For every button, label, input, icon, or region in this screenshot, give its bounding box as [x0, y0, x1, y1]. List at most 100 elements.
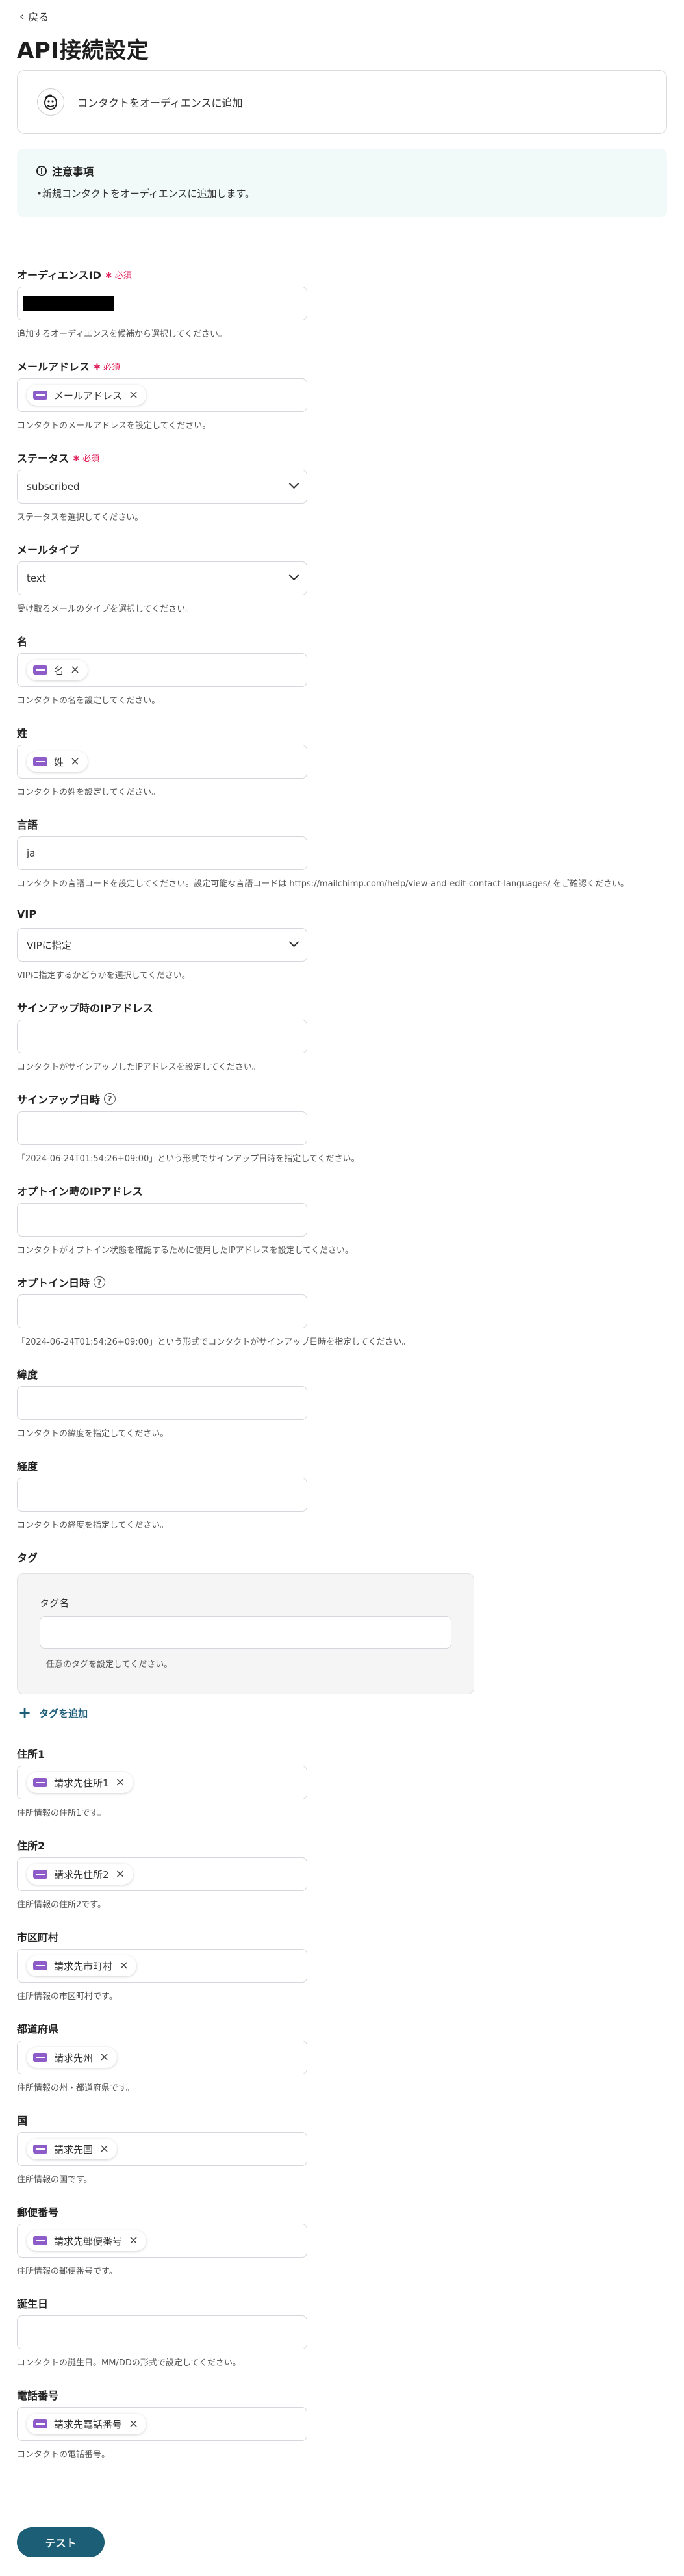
- remove-chip-icon[interactable]: ×: [129, 2418, 138, 2430]
- email-input[interactable]: メールアドレス ×: [17, 378, 307, 412]
- add-tag-button[interactable]: + タグを追加: [18, 1705, 88, 1721]
- field-hint: 住所情報の郵便番号です。: [17, 2267, 118, 2276]
- remove-chip-icon[interactable]: ×: [129, 389, 138, 401]
- field-latitude: 緯度 コンタクトの緯度を指定してください。: [17, 1366, 667, 1439]
- variable-chip: 請求先州 ×: [27, 2047, 118, 2068]
- chevron-down-icon: [288, 936, 299, 947]
- country-input[interactable]: 請求先国 ×: [17, 2132, 307, 2166]
- chevron-down-icon: [288, 570, 299, 581]
- help-icon[interactable]: ?: [94, 1276, 106, 1288]
- city-input[interactable]: 請求先市町村 ×: [17, 1949, 307, 1983]
- variable-icon: [33, 2419, 47, 2428]
- redacted-value: [23, 296, 114, 311]
- variable-chip: メールアドレス ×: [27, 385, 147, 406]
- notice-body: •新規コンタクトをオーディエンスに追加します。: [36, 188, 255, 200]
- field-label: 名: [17, 636, 28, 648]
- remove-chip-icon[interactable]: ×: [116, 1868, 125, 1880]
- variable-icon: [33, 391, 47, 400]
- field-state: 都道府県 請求先州 × 住所情報の州・都道府県です。: [17, 2020, 667, 2093]
- field-label: サインアップ日時: [17, 1094, 101, 1106]
- remove-chip-icon[interactable]: ×: [70, 756, 80, 767]
- vip-select[interactable]: VIPに指定: [17, 928, 307, 962]
- field-hint: コンタクトがオプトイン状態を確認するために使用したIPアドレスを設定してください…: [17, 1246, 353, 1256]
- field-label: 言語: [17, 819, 38, 831]
- input-value: ja: [27, 847, 36, 859]
- state-input[interactable]: 請求先州 ×: [17, 2041, 307, 2074]
- field-label: 電話番号: [17, 2389, 59, 2402]
- variable-chip: 請求先住所2 ×: [27, 1864, 133, 1885]
- remove-chip-icon[interactable]: ×: [99, 2143, 109, 2155]
- field-hint: 住所情報の州・都道府県です。: [17, 2083, 134, 2093]
- field-label: 経度: [17, 1460, 38, 1473]
- variable-icon: [33, 665, 47, 675]
- remove-chip-icon[interactable]: ×: [70, 664, 80, 676]
- field-signup-date: サインアップ日時? 「2024-06-24T01:54:26+09:00」という…: [17, 1091, 667, 1164]
- status-select[interactable]: subscribed: [17, 470, 307, 504]
- remove-chip-icon[interactable]: ×: [119, 1960, 129, 1972]
- notice-box: ! 注意事項 •新規コンタクトをオーディエンスに追加します。: [17, 149, 667, 217]
- phone-input[interactable]: 請求先電話番号 ×: [17, 2407, 307, 2441]
- variable-icon: [33, 1961, 47, 1970]
- field-zip: 郵便番号 請求先郵便番号 × 住所情報の郵便番号です。: [17, 2204, 667, 2276]
- remove-chip-icon[interactable]: ×: [129, 2235, 138, 2247]
- field-label: メールアドレス: [17, 361, 90, 373]
- email-type-select[interactable]: text: [17, 561, 307, 595]
- address2-input[interactable]: 請求先住所2 ×: [17, 1857, 307, 1891]
- remove-chip-icon[interactable]: ×: [99, 2052, 109, 2063]
- field-hint: コンタクトの誕生日。MM/DDの形式で設定してください。: [17, 2358, 242, 2368]
- variable-icon: [33, 757, 47, 766]
- field-label: 住所2: [17, 1840, 45, 1852]
- variable-chip: 姓 ×: [27, 751, 88, 772]
- field-city: 市区町村 請求先市町村 × 住所情報の市区町村です。: [17, 1929, 667, 2002]
- longitude-input[interactable]: [17, 1478, 307, 1512]
- field-hint: 追加するオーディエンスを候補から選択してください。: [17, 329, 227, 339]
- field-vip: VIP VIPに指定 VIPに指定するかどうかを選択してください。: [17, 908, 667, 981]
- help-icon[interactable]: ?: [104, 1093, 116, 1105]
- language-input[interactable]: ja: [17, 836, 307, 870]
- field-status: ステータス ✱ 必須 subscribed ステータスを選択してください。: [17, 450, 667, 522]
- remove-chip-icon[interactable]: ×: [116, 1777, 125, 1788]
- variable-icon: [33, 1870, 47, 1879]
- tag-panel: タグ名 任意のタグを設定してください。: [17, 1573, 474, 1694]
- field-longitude: 経度 コンタクトの経度を指定してください。: [17, 1458, 667, 1530]
- mailchimp-logo-icon: [37, 88, 64, 116]
- field-hint: コンタクトのメールアドレスを設定してください。: [17, 421, 211, 431]
- field-optin-ip: オプトイン時のIPアドレス コンタクトがオプトイン状態を確認するために使用したI…: [17, 1183, 667, 1256]
- back-link[interactable]: ‹ 戻る: [19, 8, 49, 24]
- field-tags: タグ: [17, 1549, 667, 1565]
- variable-chip: 請求先市町村 ×: [27, 1955, 137, 1976]
- app-action-card: コンタクトをオーディエンスに追加: [17, 70, 667, 134]
- audience-id-input[interactable]: [17, 287, 307, 320]
- first-name-input[interactable]: 名 ×: [17, 653, 307, 687]
- select-value: text: [27, 573, 46, 584]
- field-email-type: メールタイプ text 受け取るメールのタイプを選択してください。: [17, 541, 667, 614]
- field-phone: 電話番号 請求先電話番号 × コンタクトの電話番号。: [17, 2387, 667, 2460]
- field-hint: コンタクトの言語コードを設定してください。設定可能な言語コードは https:/…: [17, 879, 629, 889]
- field-hint: 「2024-06-24T01:54:26+09:00」という形式でコンタクトがサ…: [17, 1337, 411, 1347]
- field-label: メールタイプ: [17, 544, 80, 556]
- field-label: 住所1: [17, 1748, 45, 1760]
- field-label: タグ: [17, 1552, 38, 1564]
- optin-ip-input[interactable]: [17, 1203, 307, 1237]
- field-label: VIP: [17, 908, 37, 920]
- tag-name-input[interactable]: [40, 1616, 451, 1649]
- optin-date-input[interactable]: [17, 1294, 307, 1328]
- field-email: メールアドレス ✱ 必須 メールアドレス × コンタクトのメールアドレスを設定してく…: [17, 358, 667, 431]
- field-optin-date: オプトイン日時? 「2024-06-24T01:54:26+09:00」という形…: [17, 1274, 667, 1347]
- test-button[interactable]: テスト: [17, 2527, 105, 2557]
- field-hint: 「2024-06-24T01:54:26+09:00」という形式でサインアップ日…: [17, 1154, 360, 1164]
- field-hint: 住所情報の住所1です。: [17, 1809, 106, 1818]
- field-hint: 受け取るメールのタイプを選択してください。: [17, 604, 194, 614]
- birthday-input[interactable]: [17, 2315, 307, 2349]
- field-hint: コンタクトの電話番号。: [17, 2450, 110, 2460]
- info-icon: !: [36, 166, 47, 176]
- signup-ip-input[interactable]: [17, 1020, 307, 1053]
- last-name-input[interactable]: 姓 ×: [17, 745, 307, 779]
- signup-date-input[interactable]: [17, 1111, 307, 1145]
- latitude-input[interactable]: [17, 1386, 307, 1420]
- variable-icon: [33, 2053, 47, 2062]
- zip-input[interactable]: 請求先郵便番号 ×: [17, 2224, 307, 2258]
- address1-input[interactable]: 請求先住所1 ×: [17, 1766, 307, 1799]
- variable-chip: 請求先住所1 ×: [27, 1772, 133, 1793]
- select-value: subscribed: [27, 481, 80, 493]
